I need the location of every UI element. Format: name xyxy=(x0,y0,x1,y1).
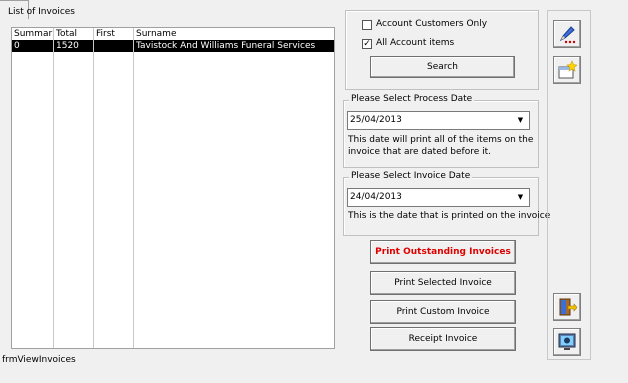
chevron-down-icon[interactable]: ▼ xyxy=(514,114,527,127)
column-divider xyxy=(133,28,134,348)
receipt-invoice-button[interactable]: Receipt Invoice xyxy=(370,327,516,351)
table-row[interactable]: 0 1520 Tavistock And Williams Funeral Se… xyxy=(12,40,334,52)
new-button[interactable] xyxy=(553,56,581,84)
column-divider xyxy=(53,28,54,348)
print-selected-invoice-button[interactable]: Print Selected Invoice xyxy=(370,271,516,295)
form-name-label: frmViewInvoices xyxy=(2,355,76,365)
list-group-label: List of Invoices xyxy=(8,7,75,17)
cell-surname: Tavistock And Williams Funeral Services xyxy=(136,41,316,51)
print-custom-invoice-button[interactable]: Print Custom Invoice xyxy=(370,300,516,324)
process-date-help-line1: This date will print all of the items on… xyxy=(348,135,534,145)
invoice-date-legend: Please Select Invoice Date xyxy=(349,171,473,181)
account-customers-only-label: Account Customers Only xyxy=(376,19,488,29)
column-header-first[interactable]: First xyxy=(94,28,134,40)
invoice-date-value: 24/04/2013 xyxy=(350,192,402,202)
print-outstanding-invoices-button[interactable]: Print Outstanding Invoices xyxy=(370,240,516,264)
cell-first xyxy=(94,40,134,52)
process-date-legend: Please Select Process Date xyxy=(349,94,475,104)
column-header-total[interactable]: Total xyxy=(54,28,94,40)
cell-summary: 0 xyxy=(14,41,20,51)
exit-button[interactable] xyxy=(553,293,581,321)
column-divider xyxy=(93,28,94,348)
invoice-list[interactable]: Summar Total First Surname 0 1520 Tavist… xyxy=(11,27,335,349)
account-customers-only-checkbox[interactable] xyxy=(362,20,372,30)
search-button[interactable]: Search xyxy=(370,56,515,78)
help-button[interactable] xyxy=(553,328,581,356)
process-date-help-line2: invoice that are dated before it. xyxy=(348,147,492,157)
all-account-items-checkbox[interactable]: ✓ xyxy=(362,39,372,49)
column-header-summary[interactable]: Summar xyxy=(12,28,54,40)
invoice-date-help: This is the date that is printed on the … xyxy=(348,211,551,221)
all-account-items-label: All Account items xyxy=(376,38,455,48)
cell-total: 1520 xyxy=(56,41,79,51)
edit-button[interactable] xyxy=(553,20,581,48)
invoice-date-combo[interactable]: 24/04/2013 ▼ xyxy=(347,188,530,207)
column-header-surname[interactable]: Surname xyxy=(134,28,334,40)
chevron-down-icon[interactable]: ▼ xyxy=(514,191,527,204)
process-date-combo[interactable]: 25/04/2013 ▼ xyxy=(347,111,530,130)
process-date-value: 25/04/2013 xyxy=(350,115,402,125)
